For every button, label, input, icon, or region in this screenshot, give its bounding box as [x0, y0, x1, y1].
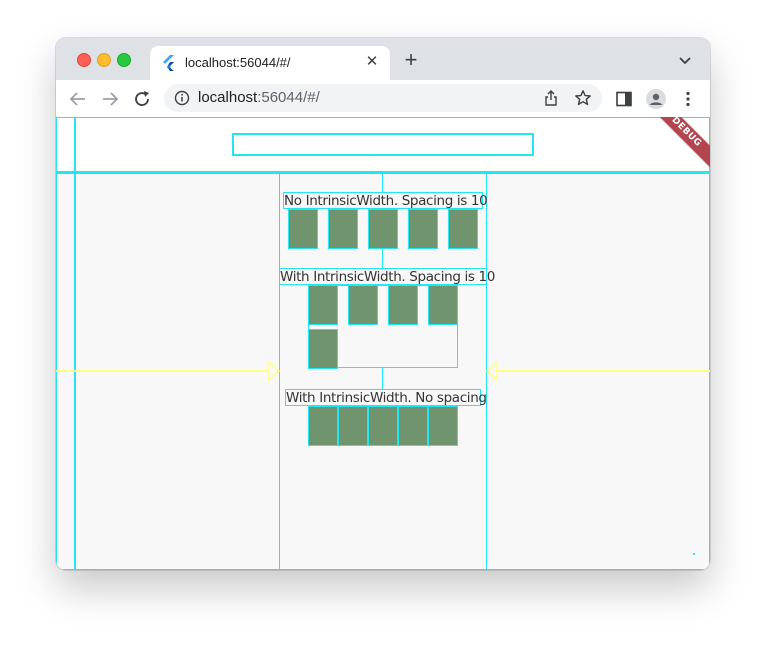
- green-box: [338, 406, 368, 446]
- green-box: [368, 406, 398, 446]
- right-arrow-line: [496, 370, 710, 372]
- green-box: [288, 209, 318, 249]
- green-box: [448, 209, 478, 249]
- flutter-app-viewport: DEBUG No IntrinsicWidth. Spacing is 10 W…: [56, 117, 710, 570]
- url-text[interactable]: localhost:56044/#/: [198, 89, 320, 106]
- connector-line: [382, 248, 383, 268]
- left-arrow-line: [56, 370, 270, 372]
- app-bar-title-box: [232, 133, 534, 156]
- window-close-button[interactable]: [77, 53, 91, 67]
- tab-close-icon[interactable]: ✕: [362, 52, 382, 72]
- green-box: [428, 285, 458, 325]
- app-bar-leading-guide: [74, 117, 76, 172]
- connector-line: [382, 173, 383, 192]
- sidebar-icon[interactable]: [614, 89, 634, 109]
- green-box: [388, 285, 418, 325]
- green-box: [348, 285, 378, 325]
- green-box: [428, 406, 458, 446]
- tab-search-chevron-icon[interactable]: [676, 51, 694, 69]
- browser-window: localhost:56044/#/ ✕ + localhost:56044/#…: [56, 38, 710, 570]
- url-host: localhost: [198, 89, 258, 106]
- right-arrowhead-icon: [486, 361, 498, 381]
- green-box: [368, 209, 398, 249]
- tab-title: localhost:56044/#/: [185, 55, 291, 70]
- section-label: With IntrinsicWidth. Spacing is 10: [279, 268, 495, 285]
- green-box: [308, 406, 338, 446]
- new-tab-button[interactable]: +: [400, 49, 422, 71]
- left-arrowhead-icon: [268, 361, 280, 381]
- window-maximize-button[interactable]: [117, 53, 131, 67]
- profile-icon[interactable]: [646, 89, 666, 109]
- section-label: With IntrinsicWidth. No spacing: [285, 389, 487, 406]
- green-box: [398, 406, 428, 446]
- section-label: No IntrinsicWidth. Spacing is 10: [283, 192, 488, 209]
- connector-line: [382, 368, 383, 389]
- browser-tab[interactable]: localhost:56044/#/ ✕: [150, 46, 390, 80]
- url-path: :56044/#/: [257, 89, 320, 106]
- debug-marker-dot: [693, 553, 695, 555]
- green-box: [328, 209, 358, 249]
- star-icon[interactable]: [574, 89, 592, 107]
- reload-icon[interactable]: [130, 87, 154, 111]
- flutter-logo-icon: [163, 55, 174, 71]
- back-arrow-icon[interactable]: [66, 87, 90, 111]
- browser-toolbar: localhost:56044/#/: [56, 80, 710, 118]
- green-box: [308, 329, 338, 369]
- tab-strip: localhost:56044/#/ ✕ +: [56, 38, 710, 80]
- app-bar: [56, 117, 710, 173]
- green-box: [308, 285, 338, 325]
- address-bar[interactable]: localhost:56044/#/: [164, 84, 602, 112]
- share-icon[interactable]: [542, 89, 560, 107]
- window-minimize-button[interactable]: [97, 53, 111, 67]
- green-box: [408, 209, 438, 249]
- info-icon[interactable]: [174, 90, 190, 106]
- more-vert-icon[interactable]: [678, 89, 698, 109]
- forward-arrow-icon[interactable]: [98, 87, 122, 111]
